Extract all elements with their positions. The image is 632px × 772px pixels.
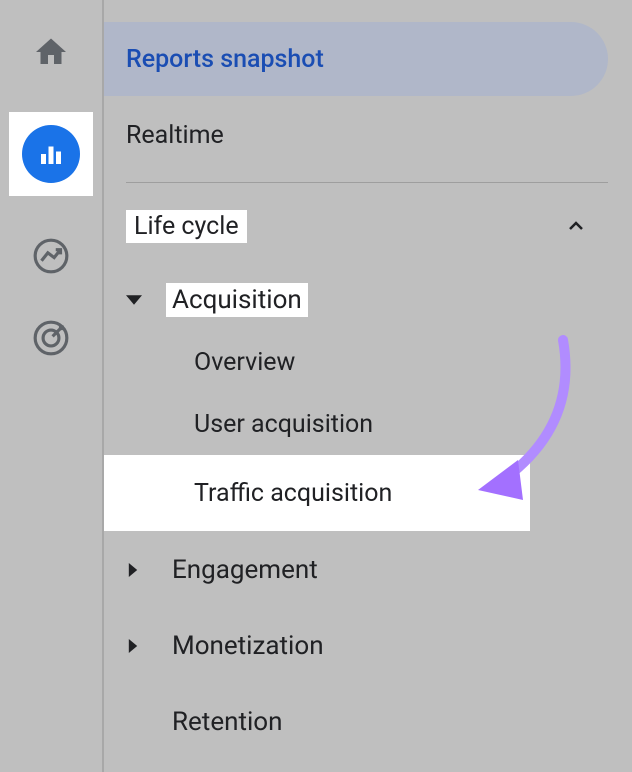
section-label: Life cycle xyxy=(126,210,247,243)
group-retention[interactable]: Retention xyxy=(104,691,632,753)
group-label: Retention xyxy=(166,705,288,739)
group-label: Monetization xyxy=(166,629,330,663)
home-icon[interactable] xyxy=(29,30,73,74)
sub-user-acquisition[interactable]: User acquisition xyxy=(104,393,632,455)
sub-label: Traffic acquisition xyxy=(194,479,392,508)
caret-right-icon xyxy=(126,563,166,577)
caret-down-icon xyxy=(126,292,166,308)
group-engagement[interactable]: Engagement xyxy=(104,539,632,601)
section-life-cycle[interactable]: Life cycle xyxy=(104,201,632,251)
bar-chart-icon xyxy=(22,125,80,183)
group-label: Acquisition xyxy=(166,283,308,317)
sub-overview[interactable]: Overview xyxy=(104,331,632,393)
icon-rail xyxy=(0,0,104,772)
sub-label: User acquisition xyxy=(194,410,373,439)
group-monetization[interactable]: Monetization xyxy=(104,615,632,677)
sub-traffic-acquisition[interactable]: Traffic acquisition xyxy=(104,455,530,531)
caret-right-icon xyxy=(126,639,166,653)
group-acquisition[interactable]: Acquisition xyxy=(104,269,632,331)
nav-realtime[interactable]: Realtime xyxy=(104,98,608,172)
chevron-up-icon xyxy=(564,214,588,238)
explore-icon[interactable] xyxy=(29,234,73,278)
nav-label: Realtime xyxy=(126,121,224,150)
group-label: Engagement xyxy=(166,553,324,587)
reports-icon-selected[interactable] xyxy=(9,112,93,196)
sub-label: Overview xyxy=(194,348,295,377)
divider xyxy=(126,182,608,183)
nav-panel: Reports snapshot Realtime Life cycle Acq… xyxy=(104,0,632,772)
advertising-icon[interactable] xyxy=(29,316,73,360)
nav-reports-snapshot[interactable]: Reports snapshot xyxy=(104,22,608,96)
nav-label: Reports snapshot xyxy=(126,45,324,74)
